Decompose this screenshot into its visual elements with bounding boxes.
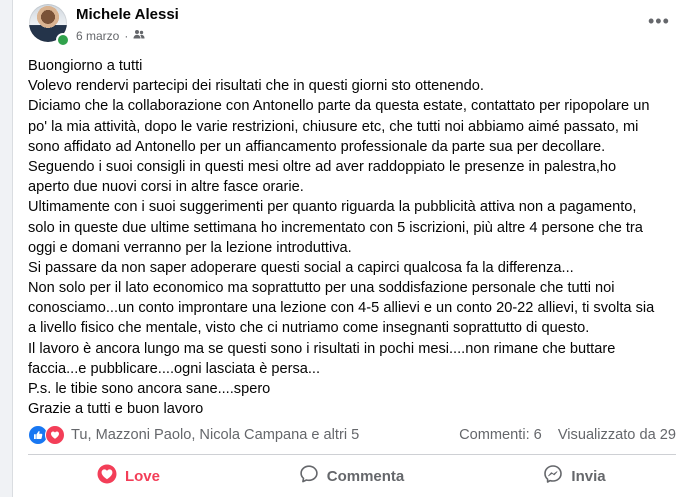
- post-line: conosciamo...un conto improntare una lez…: [28, 300, 655, 317]
- reactions-bar: Tu, Mazzoni Paolo, Nicola Campana e altr…: [28, 425, 676, 445]
- comment-button[interactable]: Commenta: [240, 458, 463, 494]
- post-line: solo in queste due ultime settimana ho i…: [28, 219, 643, 236]
- love-label: Love: [124, 467, 160, 485]
- post-counts: Commenti: 6 Visualizzato da 29: [459, 427, 676, 443]
- love-button[interactable]: Love: [17, 458, 240, 494]
- messenger-share-icon: [543, 464, 563, 488]
- post-author[interactable]: Michele Alessi: [76, 6, 179, 23]
- reaction-icons[interactable]: [28, 425, 65, 445]
- comment-label: Commenta: [326, 467, 405, 485]
- love-heart-icon: [97, 464, 117, 488]
- share-button[interactable]: Invia: [463, 458, 686, 494]
- post-line: Buongiorno a tutti: [28, 58, 143, 74]
- meta-separator: ·: [124, 28, 129, 43]
- divider: [28, 454, 676, 455]
- post-line: aperto due nuovi corsi in altre fasce or…: [28, 179, 304, 196]
- post-line: Seguendo i suoi consigli in questi mesi …: [28, 158, 617, 175]
- post-line: po' la mia attività, dopo le varie restr…: [28, 118, 639, 135]
- more-options-icon[interactable]: •••: [648, 12, 670, 30]
- post-line: P.s. le tibie sono ancora sane....spero: [28, 381, 271, 397]
- post-line: Si passare da non saper adoperare questi…: [28, 259, 574, 276]
- post-line: Grazie a tutti e buon lavoro: [28, 401, 204, 418]
- post-card: Michele Alessi 6 marzo · ••• Buongiorno …: [12, 0, 689, 497]
- post-line: sono affidato ad Antonello per un affian…: [28, 138, 606, 155]
- post-line: Non solo per il lato economico ma soprat…: [28, 280, 615, 297]
- comments-count[interactable]: Commenti: 6: [459, 427, 542, 443]
- post-line: oggi e domani verranno per la lezione in…: [28, 239, 352, 256]
- post-date[interactable]: 6 marzo: [76, 29, 119, 43]
- online-status-dot: [56, 33, 70, 47]
- reactions-summary[interactable]: Tu, Mazzoni Paolo, Nicola Campana e altr…: [71, 427, 359, 443]
- post-line: Il lavoro è ancora lungo ma se questi so…: [28, 340, 616, 357]
- post-line: faccia...e pubblicare....ogni lasciata è…: [28, 360, 321, 377]
- post-line: Diciamo che la collaborazione con Antone…: [28, 98, 650, 115]
- post-line: a livello fisico che mentale, visto che …: [28, 320, 590, 337]
- post-text: Buongiorno a tutti Volevo rendervi parte…: [28, 56, 683, 419]
- views-count[interactable]: Visualizzato da 29: [558, 427, 676, 443]
- post-line: Ultimamente con i suoi suggerimenti per …: [28, 199, 637, 216]
- love-reaction-icon: [45, 425, 65, 445]
- share-label: Invia: [571, 467, 606, 485]
- comment-icon: [299, 464, 319, 488]
- post-actions: Love Commenta Invia: [17, 458, 686, 494]
- audience-group-icon[interactable]: [133, 28, 145, 43]
- post-line: Volevo rendervi partecipi dei risultati …: [28, 78, 484, 95]
- post-meta: 6 marzo ·: [76, 28, 145, 43]
